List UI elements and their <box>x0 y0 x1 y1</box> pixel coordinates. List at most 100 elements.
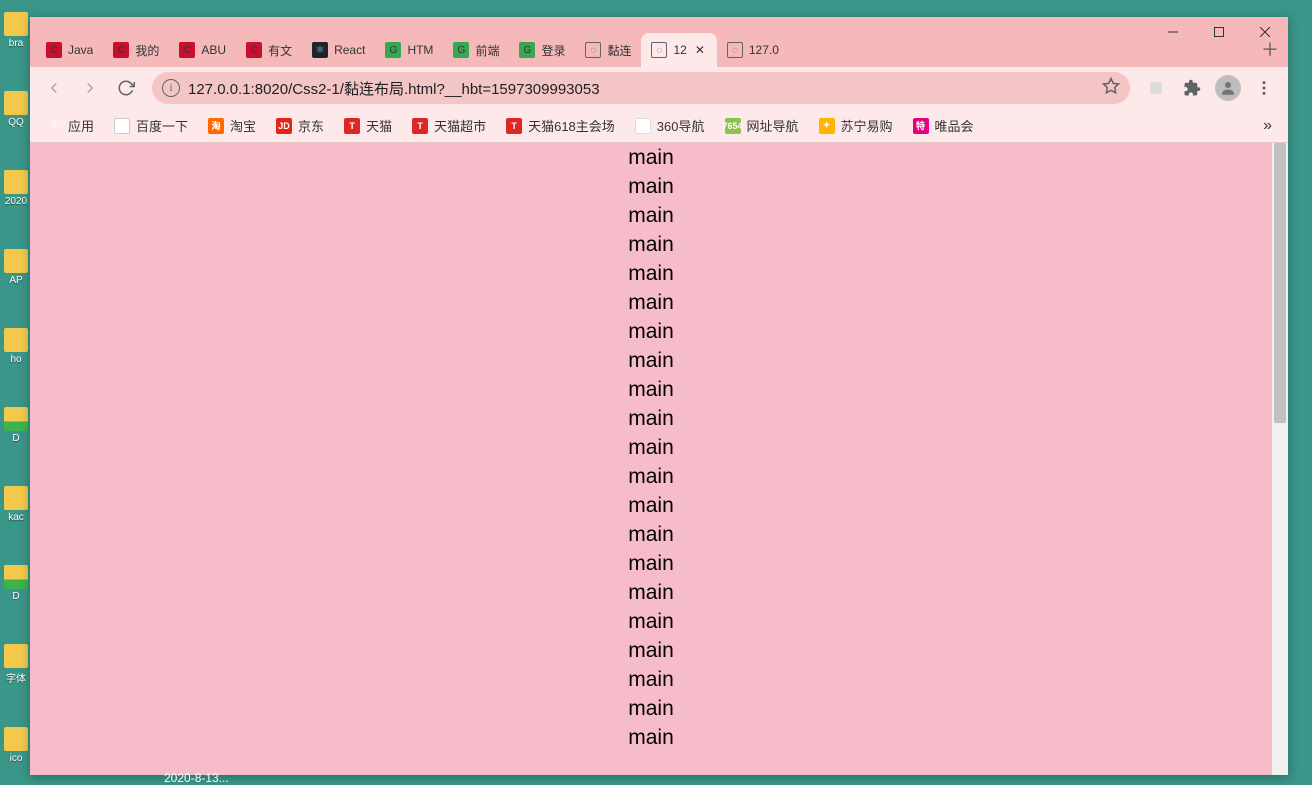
page-text-line: main <box>30 433 1272 462</box>
taskbar-fragment: 2020-8-13... <box>164 771 229 785</box>
page-text-line: main <box>30 230 1272 259</box>
page-text-line: main <box>30 694 1272 723</box>
desktop-icon[interactable]: ho <box>2 328 30 365</box>
folder-icon <box>4 12 28 36</box>
desktop-icon-label: AP <box>2 275 30 286</box>
bookmark-favicon: T <box>412 118 428 134</box>
tab[interactable]: CABU <box>169 33 236 67</box>
viewport: mainmainmainmainmainmainmainmainmainmain… <box>30 143 1288 775</box>
page-text-line: main <box>30 172 1272 201</box>
folder-icon <box>4 328 28 352</box>
desktop-icon[interactable]: 2020 <box>2 170 30 207</box>
tab[interactable]: ⚛React <box>302 33 375 67</box>
folder-icon <box>4 91 28 115</box>
tabs-container: CJavaC我的CABUC有文⚛ReactGHTMG前端G登录◌黏连◌12✕◌1… <box>30 17 1252 67</box>
desktop-icon[interactable]: D <box>2 565 30 602</box>
bookmark-item[interactable]: JD京东 <box>268 112 332 139</box>
folder-icon <box>4 407 28 431</box>
bookmark-item[interactable]: 淘淘宝 <box>200 112 264 139</box>
site-info-icon[interactable]: i <box>162 79 180 97</box>
close-button[interactable] <box>1242 17 1288 47</box>
bookmark-item[interactable]: ✦苏宁易购 <box>811 112 901 139</box>
tab[interactable]: CJava <box>36 33 103 67</box>
address-bar[interactable]: i 127.0.0.1:8020/Css2-1/黏连布局.html?__hbt=… <box>152 72 1130 104</box>
page-text-line: main <box>30 462 1272 491</box>
desktop-icon[interactable]: QQ <box>2 91 30 128</box>
bookmark-item[interactable]: T天猫超市 <box>404 112 494 139</box>
page-text-line: main <box>30 491 1272 520</box>
tab-strip: CJavaC我的CABUC有文⚛ReactGHTMG前端G登录◌黏连◌12✕◌1… <box>30 17 1288 67</box>
bookmark-favicon: JD <box>276 118 292 134</box>
bookmarks-bar: ⠿应用✦百度一下淘淘宝JD京东T天猫T天猫超市T天猫618主会场 360导航76… <box>30 109 1288 143</box>
bookmark-label: 百度一下 <box>136 116 188 135</box>
maximize-button[interactable] <box>1196 17 1242 47</box>
page-text-line: main <box>30 723 1272 752</box>
reload-button[interactable] <box>110 72 142 104</box>
bookmark-favicon: ✦ <box>114 118 130 134</box>
tab-favicon: ◌ <box>585 42 601 58</box>
bookmark-item[interactable]: 7654网址导航 <box>717 112 807 139</box>
tab[interactable]: C 我的 <box>103 33 169 67</box>
bookmark-favicon: T <box>506 118 522 134</box>
page-text-line: main <box>30 665 1272 694</box>
page-text-line: main <box>30 201 1272 230</box>
tab[interactable]: C 有文 <box>236 33 302 67</box>
tab[interactable]: GHTM <box>375 33 443 67</box>
bookmark-favicon: 7654 <box>725 118 741 134</box>
extension-icon[interactable] <box>1140 72 1172 104</box>
bookmark-label: 天猫618主会场 <box>528 116 615 135</box>
desktop-icon[interactable]: 字体 <box>2 644 30 685</box>
menu-button[interactable] <box>1248 72 1280 104</box>
desktop-icon-label: 2020 <box>2 196 30 207</box>
bookmark-item[interactable]: ✦ 百度一下 <box>106 112 196 139</box>
desktop-icon[interactable]: kac <box>2 486 30 523</box>
bookmark-item[interactable]: ⠿应用 <box>38 112 102 139</box>
page-text-line: main <box>30 317 1272 346</box>
forward-button[interactable] <box>74 72 106 104</box>
bookmark-item[interactable]: T 天猫618主会场 <box>498 112 623 139</box>
tab[interactable]: G登录 <box>509 33 575 67</box>
page-text-line: main <box>30 578 1272 607</box>
bookmark-item[interactable]: 360导航 <box>627 112 713 139</box>
desktop-icon-label: kac <box>2 512 30 523</box>
tab[interactable]: G前端 <box>443 33 509 67</box>
desktop-icon[interactable]: D <box>2 407 30 444</box>
tab-label: 黏连 <box>607 42 631 59</box>
close-icon[interactable]: ✕ <box>693 43 707 57</box>
tab-label: 有文 <box>268 42 292 59</box>
tab-favicon: G <box>385 42 401 58</box>
minimize-button[interactable] <box>1150 17 1196 47</box>
bookmark-label: 360导航 <box>657 116 705 135</box>
tab[interactable]: ◌ 黏连 <box>575 33 641 67</box>
folder-icon <box>4 170 28 194</box>
scrollbar-thumb[interactable] <box>1274 143 1286 423</box>
folder-icon <box>4 644 28 668</box>
desktop-icon[interactable]: bra <box>2 12 30 49</box>
back-button[interactable] <box>38 72 70 104</box>
tab-label: 前端 <box>475 42 499 59</box>
page-text-line: main <box>30 288 1272 317</box>
bookmarks-overflow-button[interactable]: » <box>1255 113 1280 139</box>
tab-active[interactable]: ◌12✕ <box>641 33 716 67</box>
folder-icon <box>4 565 28 589</box>
url-text: 127.0.0.1:8020/Css2-1/黏连布局.html?__hbt=15… <box>188 78 1094 99</box>
bookmark-item[interactable]: T天猫 <box>336 112 400 139</box>
folder-icon <box>4 727 28 751</box>
tab-label: 我的 <box>135 42 159 59</box>
desktop-icon-label: D <box>2 591 30 602</box>
tab-favicon: C <box>246 42 262 58</box>
desktop-icon[interactable]: AP <box>2 249 30 286</box>
bookmark-star-icon[interactable] <box>1102 77 1120 100</box>
tab-favicon: C <box>113 42 129 58</box>
tab-label: 12 <box>673 43 686 57</box>
tab[interactable]: ◌127.0 <box>717 33 789 67</box>
tab-favicon: G <box>519 42 535 58</box>
bookmark-favicon: 淘 <box>208 118 224 134</box>
page-text-line: main <box>30 549 1272 578</box>
vertical-scrollbar[interactable] <box>1272 143 1288 775</box>
extensions-puzzle-icon[interactable] <box>1176 72 1208 104</box>
bookmark-item[interactable]: 特唯品会 <box>905 112 982 139</box>
desktop-icon[interactable]: ico <box>2 727 30 764</box>
tab-favicon: ◌ <box>727 42 743 58</box>
profile-avatar[interactable] <box>1212 72 1244 104</box>
